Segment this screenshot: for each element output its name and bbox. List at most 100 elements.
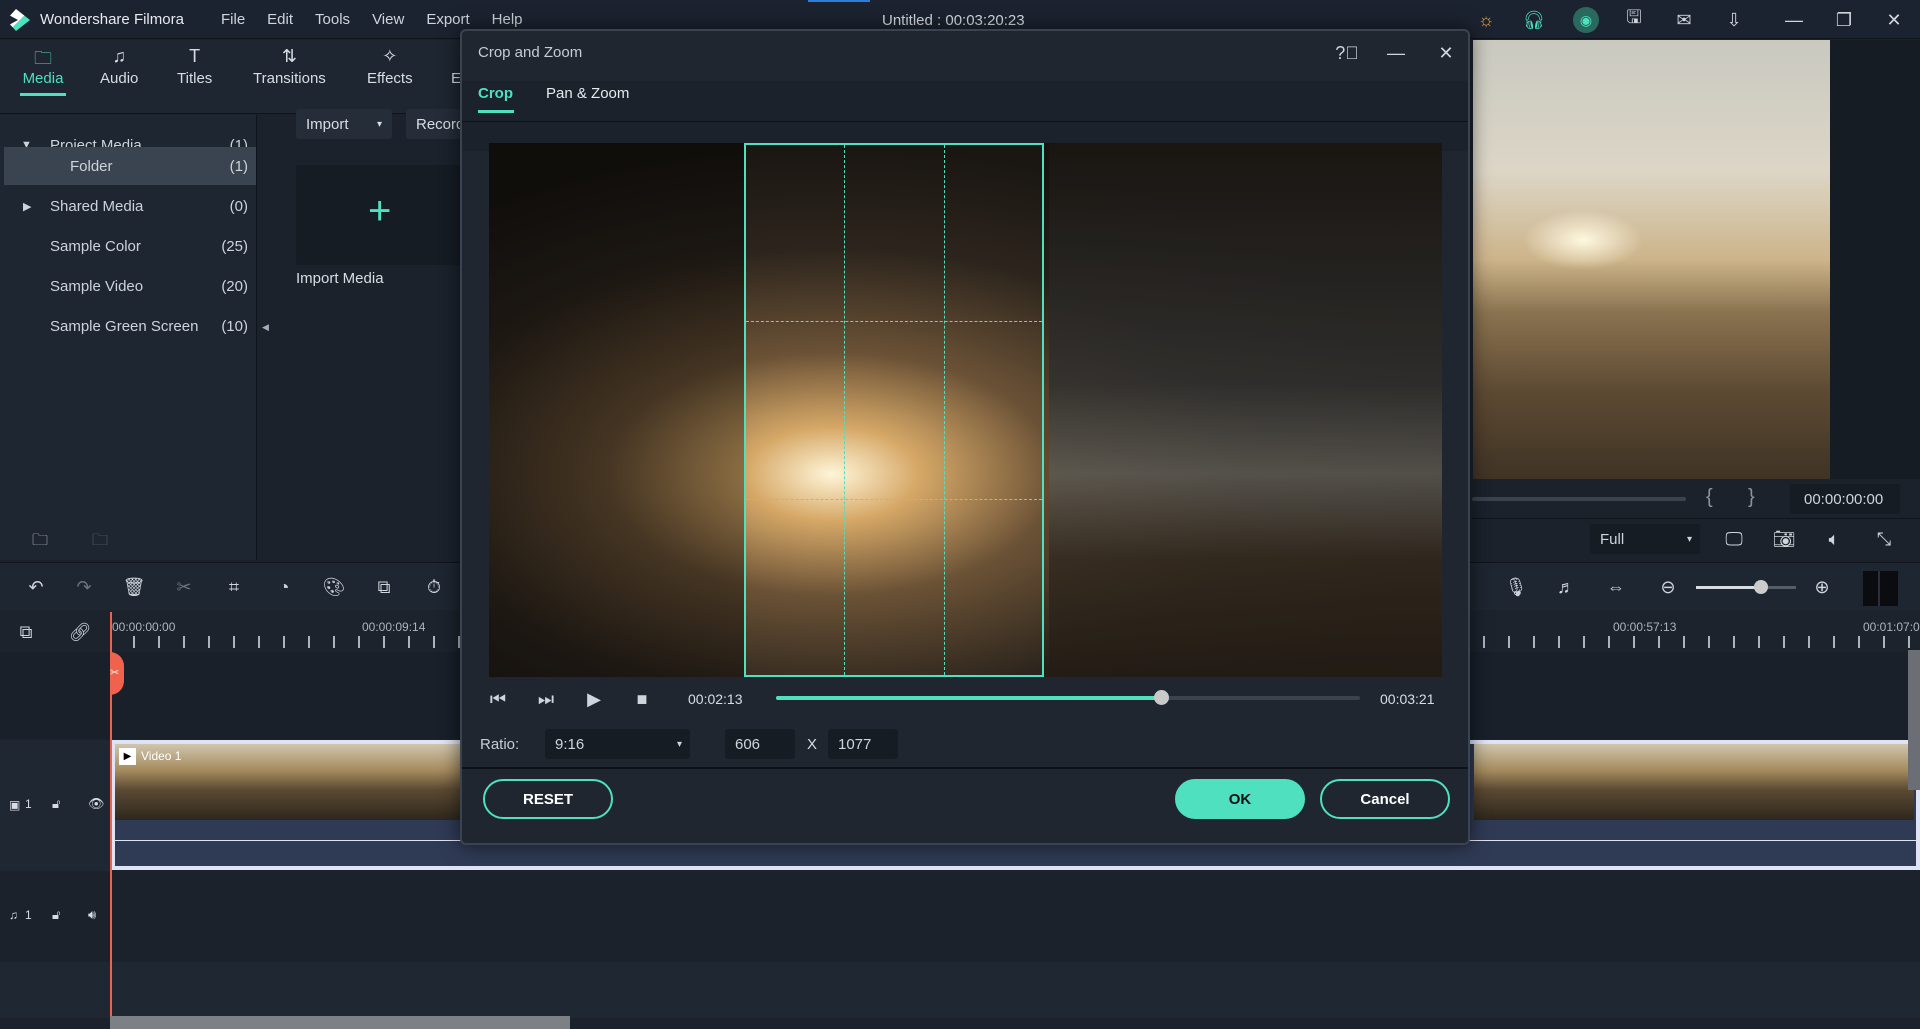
project-title: Untitled : 00:03:20:23 <box>882 12 1025 29</box>
import-button[interactable]: Import ▾ <box>296 109 392 139</box>
save-icon[interactable]: 🖫 <box>1622 7 1646 32</box>
color-palette-icon[interactable]: 🎨︎ <box>322 575 346 599</box>
progress-fill <box>776 696 1162 700</box>
crop-icon[interactable]: ⌗ <box>222 575 246 599</box>
folder-icon[interactable]: 🗀 <box>88 532 112 552</box>
clip-label: Video 1 <box>141 749 182 763</box>
zoom-out-icon[interactable]: ⊖ <box>1656 575 1680 599</box>
preview-bg <box>1830 40 1920 479</box>
tab-media[interactable]: 🗀 Media <box>20 46 66 96</box>
progress-handle[interactable] <box>1154 690 1170 705</box>
new-folder-icon[interactable]: 🗀 <box>28 532 52 552</box>
expand-arrow-icon[interactable]: ▶ <box>4 200 50 213</box>
total-time: 00:03:21 <box>1380 691 1435 707</box>
chevron-down-icon: ▾ <box>676 738 682 750</box>
redo-icon[interactable]: ↷ <box>72 575 96 599</box>
crop-box[interactable] <box>744 143 1044 677</box>
previous-frame-icon[interactable]: ⏮ <box>486 687 510 711</box>
mark-in-button[interactable]: { <box>1706 486 1713 509</box>
crop-width-input[interactable]: 606 <box>725 729 795 759</box>
clip-play-icon: ▶ <box>119 748 136 765</box>
media-library-sidebar: ▼ Project Media (1) Folder (1) ▶ Shared Medi… <box>0 115 257 560</box>
minimize-icon[interactable]: — <box>1384 41 1408 65</box>
reset-button[interactable]: RESET <box>483 779 613 819</box>
green-screen-icon[interactable]: ⧉ <box>372 575 396 599</box>
restore-icon[interactable]: ❐ <box>1832 8 1856 32</box>
menu-view[interactable]: View <box>372 11 404 28</box>
record-button[interactable]: Record <box>406 109 466 139</box>
delete-icon[interactable]: 🗑︎ <box>122 575 146 599</box>
tab-effects[interactable]: ✧ Effects <box>367 46 413 87</box>
import-media-tile[interactable]: + <box>296 165 460 265</box>
timeline-scrollbar[interactable] <box>110 1016 570 1029</box>
zoom-in-icon[interactable]: ⊕ <box>1810 575 1834 599</box>
sidebar-item-sample-green-screen[interactable]: Sample Green Screen (10) <box>4 307 256 345</box>
menu-help[interactable]: Help <box>492 11 523 28</box>
eye-icon[interactable]: 👁︎ <box>88 796 105 812</box>
lock-icon[interactable]: 🔓︎ <box>52 907 60 923</box>
download-icon[interactable]: ⇩ <box>1722 8 1746 32</box>
next-frame-icon[interactable]: ⏭ <box>534 687 558 711</box>
dialog-title: Crop and Zoom <box>478 44 583 61</box>
bulb-icon[interactable]: ☼ <box>1472 8 1500 32</box>
volume-icon[interactable]: 🔈︎ <box>1822 527 1846 551</box>
menu-export[interactable]: Export <box>426 11 469 28</box>
microphone-icon[interactable]: 🎙︎ <box>1504 575 1528 599</box>
collapse-sidebar-icon[interactable]: ◀ <box>262 322 269 333</box>
vertical-scrollbar[interactable] <box>1908 650 1920 790</box>
cut-icon[interactable]: ✂ <box>172 575 196 599</box>
speaker-icon[interactable]: 🔊︎ <box>88 907 96 923</box>
ok-button[interactable]: OK <box>1175 779 1305 819</box>
effects-icon: ✧ <box>382 46 398 66</box>
sidebar-item-sample-video[interactable]: Sample Video (20) <box>4 267 256 305</box>
snapshot-camera-icon[interactable]: 📷︎ <box>1772 527 1796 551</box>
help-icon[interactable]: ?⃝ <box>1335 41 1359 65</box>
tab-crop[interactable]: Crop <box>478 85 514 113</box>
tab-pan-zoom[interactable]: Pan & Zoom <box>546 85 629 102</box>
chevron-down-icon: ▾ <box>1686 533 1692 545</box>
menu-edit[interactable]: Edit <box>267 11 293 28</box>
quality-select[interactable]: Full ▾ <box>1590 524 1700 554</box>
panel-layout-icon[interactable] <box>1863 571 1898 606</box>
preview-scrubber[interactable] <box>1472 497 1686 501</box>
current-time: 00:02:13 <box>688 691 743 707</box>
ratio-select[interactable]: 9:16 ▾ <box>545 729 690 759</box>
minimize-icon[interactable]: — <box>1782 8 1806 32</box>
account-icon[interactable]: ◉ <box>1573 7 1599 33</box>
undo-icon[interactable]: ↶ <box>24 575 48 599</box>
speed-icon[interactable]: ◔ <box>272 575 296 599</box>
display-icon[interactable]: 🖵 <box>1722 527 1746 551</box>
play-icon[interactable]: ▶ <box>582 687 606 711</box>
sidebar-item-folder[interactable]: Folder (1) <box>4 147 256 185</box>
cancel-button[interactable]: Cancel <box>1320 779 1450 819</box>
menu-file[interactable]: File <box>221 11 245 28</box>
tab-audio[interactable]: ♫ Audio <box>100 46 138 87</box>
mark-out-button[interactable]: } <box>1748 486 1755 509</box>
link-icon[interactable]: 🔗︎ <box>68 620 92 644</box>
crop-height-input[interactable]: 1077 <box>828 729 898 759</box>
menu-tools[interactable]: Tools <box>315 11 350 28</box>
tab-titles[interactable]: T Titles <box>177 46 212 87</box>
fullscreen-icon[interactable]: ⤡ <box>1872 527 1896 551</box>
lock-icon[interactable]: 🔓︎ <box>52 796 60 812</box>
duration-timer-icon[interactable]: ⏱ <box>422 575 446 599</box>
mail-icon[interactable]: ✉ <box>1672 8 1696 32</box>
close-icon[interactable]: ✕ <box>1434 41 1458 65</box>
fit-timeline-icon[interactable]: ⇔ <box>1604 575 1628 599</box>
ruler-label: 00:00:09:14 <box>362 620 426 634</box>
sidebar-item-shared-media[interactable]: ▶ Shared Media (0) <box>4 187 256 225</box>
close-icon[interactable]: ✕ <box>1882 8 1906 32</box>
audio-mixer-icon[interactable]: ♬ <box>1554 575 1578 599</box>
ratio-label: Ratio: <box>480 736 520 753</box>
timeline-zoom-slider[interactable] <box>1696 580 1796 594</box>
zoom-slider-fill <box>1696 586 1761 589</box>
tab-transitions[interactable]: ⇅ Transitions <box>253 46 326 87</box>
dialog-progress-slider[interactable] <box>776 690 1360 705</box>
add-track-icon[interactable]: ⧉ <box>14 620 38 644</box>
transition-icon: ⇅ <box>281 46 297 66</box>
stop-icon[interactable]: ■ <box>630 687 654 711</box>
sidebar-item-sample-color[interactable]: Sample Color (25) <box>4 227 256 265</box>
zoom-slider-handle[interactable] <box>1754 580 1768 594</box>
music-note-icon: ♫ <box>112 46 126 66</box>
headset-icon[interactable]: 🎧︎ <box>1520 8 1548 32</box>
